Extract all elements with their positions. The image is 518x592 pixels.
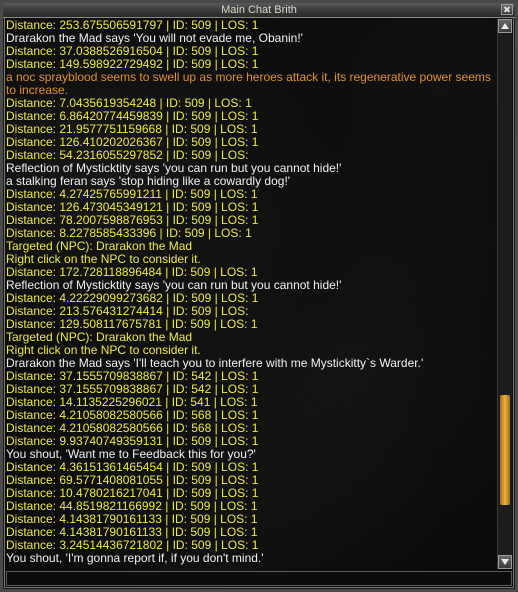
scroll-up-arrow-icon[interactable] [498,19,512,33]
chat-window: Main Chat Brith Distance: 253.6755065917… [0,0,518,592]
chat-line: a noc sprayblood seems to swell up as mo… [6,70,495,97]
title-bar[interactable]: Main Chat Brith [3,3,515,18]
chat-line: You shout, 'I'm gonna report if, if you … [6,551,264,565]
scrollbar[interactable] [497,19,512,569]
scroll-down-arrow-icon[interactable] [498,555,512,569]
scrollbar-thumb[interactable] [500,394,510,505]
chat-log: Distance: 253.675506591797 | ID: 509 | L… [6,19,496,571]
window-title: Main Chat Brith [221,4,297,16]
chat-input[interactable] [6,571,512,586]
close-icon[interactable] [501,4,513,15]
